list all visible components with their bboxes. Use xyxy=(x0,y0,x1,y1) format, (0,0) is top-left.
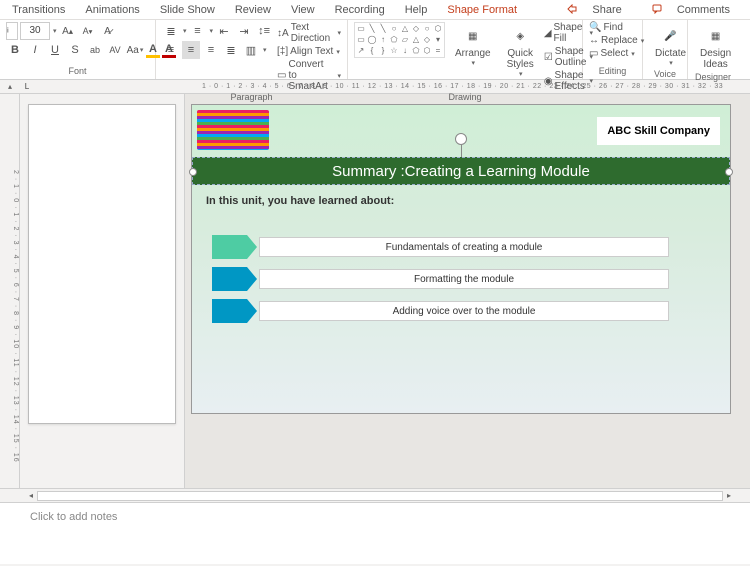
align-right-icon[interactable]: ≡ xyxy=(202,41,220,59)
rotation-handle-line xyxy=(461,145,462,157)
increase-indent-icon[interactable]: ⇥ xyxy=(235,22,253,40)
horizontal-ruler[interactable]: 1 · 0 · 1 · 2 · 3 · 4 · 5 · 6 · 7 · 8 · … xyxy=(32,83,750,90)
comments-button[interactable]: Comments xyxy=(642,2,750,18)
scrollbar-track[interactable] xyxy=(37,491,723,501)
bullet-row-3[interactable]: Adding voice over to the module xyxy=(212,299,669,323)
ribbon-tabs: Transitions Animations Slide Show Review… xyxy=(0,0,750,20)
collapse-thumbnails-icon[interactable]: ▴ xyxy=(8,82,12,91)
tab-transitions[interactable]: Transitions xyxy=(2,2,75,18)
group-designer: ▦Design Ideas Designer xyxy=(688,20,738,79)
select-button[interactable]: ▭ Select▾ xyxy=(589,48,635,59)
font-size-input[interactable]: 30 xyxy=(20,22,50,40)
group-label-editing: Editing xyxy=(589,66,636,77)
tab-view[interactable]: View xyxy=(281,2,325,18)
vertical-ruler[interactable]: 2 · 1 · 0 · 1 · 2 · 3 · 4 · 5 · 6 · 7 · … xyxy=(0,94,20,488)
slide-canvas[interactable]: ABC Skill Company Summary :Creating a Le… xyxy=(185,94,750,488)
group-label-voice: Voice xyxy=(649,69,681,80)
group-voice: 🎤Dictate▾ Voice xyxy=(643,20,688,79)
bullet-row-1[interactable]: Fundamentals of creating a module xyxy=(212,235,669,259)
tab-review[interactable]: Review xyxy=(225,2,281,18)
slide-title-shape[interactable]: Summary :Creating a Learning Module xyxy=(192,157,730,185)
text-direction-button[interactable]: ↕A Text Direction▾ xyxy=(277,22,341,44)
align-center-icon[interactable]: ≡ xyxy=(182,41,200,59)
group-editing: 🔍 Find ↔ Replace▾ ▭ Select▾ Editing xyxy=(583,20,643,79)
group-drawing: ▭╲╲○△◇○⬡ ▭◯↑⬠▱△◇▾ ↗{}☆↓⬠⬡= ▦Arrange▾ ◈Qu… xyxy=(348,20,583,79)
slide-intro-text[interactable]: In this unit, you have learned about: xyxy=(206,195,394,207)
scroll-left-icon[interactable]: ◂ xyxy=(25,491,37,500)
increase-font-icon[interactable]: A▴ xyxy=(59,22,77,40)
underline-icon[interactable]: U xyxy=(46,41,64,59)
share-button[interactable]: Share xyxy=(557,2,641,18)
design-ideas-button[interactable]: ▦Design Ideas xyxy=(694,22,737,72)
tab-slideshow[interactable]: Slide Show xyxy=(150,2,225,18)
bold-icon[interactable]: B xyxy=(6,41,24,59)
company-name-text[interactable]: ABC Skill Company xyxy=(597,117,720,145)
change-case-icon[interactable]: Aa▾ xyxy=(126,41,144,59)
tab-help[interactable]: Help xyxy=(395,2,438,18)
find-button[interactable]: 🔍 Find xyxy=(589,22,623,33)
shadow-icon[interactable]: ab xyxy=(86,41,104,59)
font-name-dropdown[interactable]: ᵢ xyxy=(6,22,18,40)
scroll-right-icon[interactable]: ▸ xyxy=(723,491,735,500)
line-spacing-icon[interactable]: ↕≡ xyxy=(255,22,273,40)
italic-icon[interactable]: I xyxy=(26,41,44,59)
arrange-button[interactable]: ▦Arrange▾ xyxy=(449,22,497,69)
numbering-icon[interactable]: ≡ xyxy=(189,22,207,40)
align-left-icon[interactable]: ≡ xyxy=(162,41,180,59)
bullet-row-2[interactable]: Formatting the module xyxy=(212,267,669,291)
slide[interactable]: ABC Skill Company Summary :Creating a Le… xyxy=(191,104,731,414)
tab-animations[interactable]: Animations xyxy=(75,2,149,18)
group-font: ᵢ 30▾ A▴ A▾ A̷ B I U S ab AV Aa▾ A A Fon… xyxy=(0,20,156,79)
shapes-gallery[interactable]: ▭╲╲○△◇○⬡ ▭◯↑⬠▱△◇▾ ↗{}☆↓⬠⬡= xyxy=(354,22,445,58)
char-spacing-icon[interactable]: AV xyxy=(106,41,124,59)
tab-shape-format[interactable]: Shape Format xyxy=(437,2,527,18)
bullets-icon[interactable]: ≣ xyxy=(162,22,180,40)
slide-logo-image[interactable] xyxy=(197,110,269,150)
justify-icon[interactable]: ≣ xyxy=(222,41,240,59)
replace-button[interactable]: ↔ Replace▾ xyxy=(589,35,644,46)
slide-thumbnail-1[interactable] xyxy=(28,104,176,424)
dictate-button[interactable]: 🎤Dictate▾ xyxy=(649,22,692,69)
tab-recording[interactable]: Recording xyxy=(325,2,395,18)
group-label-designer: Designer xyxy=(694,72,732,83)
strikethrough-icon[interactable]: S xyxy=(66,41,84,59)
align-text-button[interactable]: [‡] Align Text▾ xyxy=(277,46,341,57)
editor-area: 2 · 1 · 0 · 1 · 2 · 3 · 4 · 5 · 6 · 7 · … xyxy=(0,94,750,488)
notes-pane[interactable]: Click to add notes xyxy=(0,502,750,564)
horizontal-scrollbar[interactable]: ◂ ▸ xyxy=(0,488,750,502)
rotation-handle-icon[interactable] xyxy=(455,133,467,145)
group-label-font: Font xyxy=(6,66,149,77)
decrease-indent-icon[interactable]: ⇤ xyxy=(215,22,233,40)
decrease-font-icon[interactable]: A▾ xyxy=(79,22,97,40)
clear-formatting-icon[interactable]: A̷ xyxy=(99,22,117,40)
quick-styles-button[interactable]: ◈Quick Styles▾ xyxy=(501,22,540,80)
ribbon-toolbar: ᵢ 30▾ A▴ A▾ A̷ B I U S ab AV Aa▾ A A Fon… xyxy=(0,20,750,80)
group-paragraph: ≣▾ ≡▾ ⇤ ⇥ ↕≡ ≡ ≡ ≡ ≣ ▥▾ ↕A Text Directio… xyxy=(156,20,348,79)
slide-thumbnails-panel[interactable] xyxy=(20,94,185,488)
columns-icon[interactable]: ▥ xyxy=(242,41,260,59)
